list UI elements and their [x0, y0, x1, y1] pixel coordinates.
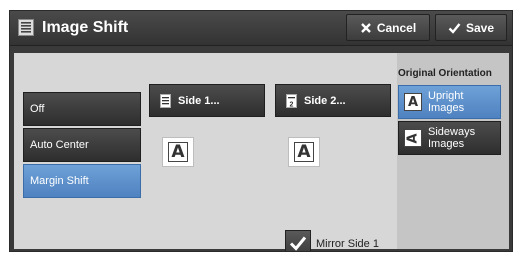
side2-preview: A — [288, 137, 320, 167]
page-title: Image Shift — [42, 19, 129, 36]
image-shift-icon — [18, 19, 34, 36]
close-icon — [360, 22, 371, 33]
mirror-side1-checkbox[interactable] — [285, 230, 311, 251]
mirror-side1-label: Mirror Side 1 — [316, 238, 379, 250]
two-sided-document-icon: 2 — [286, 93, 297, 108]
sideways-images-button[interactable]: A Sideways Images — [398, 121, 501, 155]
option-label: Off — [30, 103, 45, 115]
save-label: Save — [465, 20, 495, 35]
title-bar: Image Shift Cancel Save — [10, 11, 512, 46]
cancel-label: Cancel — [376, 20, 417, 35]
option-auto-center[interactable]: Auto Center — [23, 128, 141, 162]
checkmark-icon — [448, 22, 461, 34]
checkmark-icon — [289, 236, 307, 251]
preview-glyph: A — [294, 142, 314, 162]
document-icon — [160, 93, 171, 108]
option-off[interactable]: Off — [23, 92, 141, 126]
option-label: Margin Shift — [30, 175, 89, 187]
sideways-a-icon: A — [404, 129, 422, 147]
side1-label: Side 1... — [178, 94, 220, 107]
option-label: Auto Center — [30, 139, 89, 151]
orientation-title: Original Orientation — [398, 68, 492, 79]
image-shift-window: Image Shift Cancel Save Off Auto Center … — [9, 10, 513, 252]
side2-button[interactable]: 2 Side 2... — [275, 84, 391, 117]
save-button[interactable]: Save — [435, 14, 507, 41]
upright-images-button[interactable]: A Upright Images — [398, 85, 501, 119]
option-margin-shift[interactable]: Margin Shift — [23, 164, 141, 198]
sideways-images-label: Sideways Images — [428, 126, 476, 150]
upright-images-label: Upright Images — [428, 90, 465, 114]
side1-preview: A — [162, 137, 194, 167]
preview-glyph: A — [168, 142, 188, 162]
side1-button[interactable]: Side 1... — [149, 84, 265, 117]
side2-label: Side 2... — [304, 94, 346, 107]
svg-text:2: 2 — [290, 101, 294, 108]
upright-a-icon: A — [404, 93, 422, 111]
cancel-button[interactable]: Cancel — [346, 14, 430, 41]
